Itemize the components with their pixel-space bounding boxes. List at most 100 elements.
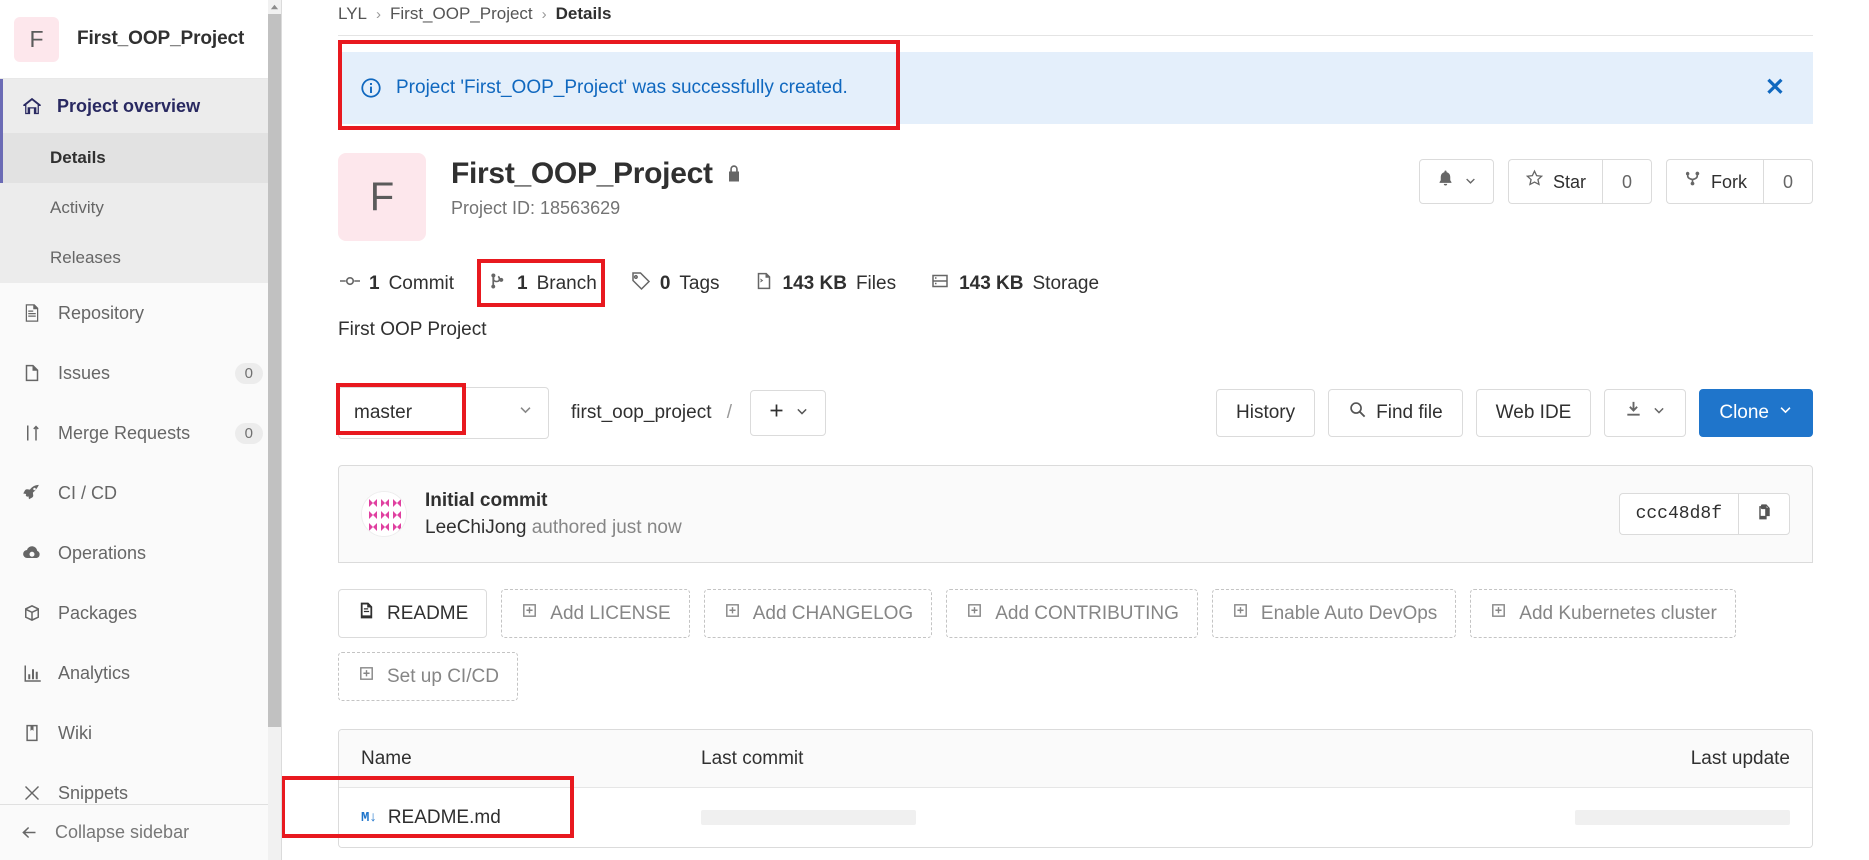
sidebar-item-label: Packages <box>58 602 138 623</box>
sidebar-item-badge: 0 <box>234 362 263 384</box>
add-kubernetes-cluster-button[interactable]: Add Kubernetes cluster <box>1470 589 1736 638</box>
project-stats: 1 Commit 1 Branch 0 Tags 143 KB Files 14… <box>338 259 1813 307</box>
star-button[interactable]: Star <box>1507 159 1602 205</box>
sidebar-item-wiki[interactable]: Wiki <box>0 703 281 763</box>
sidebar-item-project-overview[interactable]: Project overview <box>0 79 281 133</box>
alert-message: Project 'First_OOP_Project' was successf… <box>396 77 848 98</box>
commit-author[interactable]: LeeChiJong <box>425 517 526 538</box>
sidebar-item-badge: 0 <box>234 422 263 444</box>
copy-sha-button[interactable] <box>1738 493 1790 535</box>
clone-button[interactable]: Clone <box>1699 389 1813 437</box>
breadcrumb-separator-icon: › <box>376 6 381 23</box>
commit-icon <box>340 271 360 297</box>
file-last-update-cell <box>1540 810 1790 825</box>
sidebar-item-details[interactable]: Details <box>0 133 281 183</box>
chevron-down-icon <box>518 402 533 424</box>
chevron-down-icon <box>1464 170 1477 194</box>
sidebar-scrollbar[interactable] <box>268 0 281 860</box>
download-icon <box>1624 400 1643 427</box>
stat-label: Files <box>855 273 897 294</box>
commit-sha[interactable]: ccc48d8f <box>1618 493 1738 535</box>
fork-button-group: Fork 0 <box>1666 159 1813 205</box>
sidebar-project-header[interactable]: F First_OOP_Project <box>0 0 281 79</box>
sidebar-item-releases[interactable]: Releases <box>0 233 281 283</box>
breadcrumb-separator-icon: › <box>541 6 547 23</box>
repo-path: first_oop_project / <box>571 402 732 424</box>
add-to-repo-button[interactable] <box>750 390 827 436</box>
fork-icon <box>1683 169 1702 194</box>
web-ide-button[interactable]: Web IDE <box>1475 389 1592 437</box>
readme-button[interactable]: README <box>338 589 488 638</box>
plus-box-icon <box>520 601 539 626</box>
sidebar-item-merge-requests[interactable]: Merge Requests 0 <box>0 403 281 463</box>
history-button[interactable]: History <box>1216 389 1316 437</box>
sidebar-project-name: First_OOP_Project <box>77 28 245 49</box>
fork-button[interactable]: Fork <box>1666 159 1763 205</box>
plus-box-icon <box>1231 601 1250 626</box>
commit-sha-group: ccc48d8f <box>1618 493 1790 535</box>
file-table-header: Name Last commit Last update <box>339 730 1812 788</box>
branch-selector[interactable]: master <box>338 387 549 439</box>
lock-icon <box>724 164 744 184</box>
commit-time: authored just now <box>531 516 682 538</box>
breadcrumb-project[interactable]: First_OOP_Project <box>390 5 533 22</box>
add-contributing-button[interactable]: Add CONTRIBUTING <box>946 589 1198 638</box>
star-icon <box>1525 169 1544 194</box>
sidebar-item-ci-cd[interactable]: CI / CD <box>0 463 281 523</box>
sidebar-item-operations[interactable]: Operations <box>0 523 281 583</box>
file-last-commit-cell <box>701 810 1540 825</box>
stat-branches[interactable]: 1 Branch <box>486 267 599 301</box>
chevron-down-icon <box>795 402 809 425</box>
stat-value: 1 <box>517 273 528 294</box>
alert-close-button[interactable]: ✕ <box>1759 76 1791 100</box>
package-icon <box>21 602 43 624</box>
storage-icon <box>930 271 950 297</box>
quick-action-label: Add CONTRIBUTING <box>995 602 1179 624</box>
project-description: First OOP Project <box>338 319 487 340</box>
plus-icon <box>768 402 785 425</box>
sidebar-item-issues[interactable]: Issues 0 <box>0 343 281 403</box>
download-dropdown-button[interactable] <box>1604 389 1687 437</box>
add-changelog-button[interactable]: Add CHANGELOG <box>703 589 933 638</box>
repository-icon <box>21 302 43 324</box>
sidebar-item-repository[interactable]: Repository <box>0 283 281 343</box>
stat-label: Branch <box>536 273 597 294</box>
repo-path-name[interactable]: first_oop_project <box>571 402 711 423</box>
sidebar-collapse-button[interactable]: Collapse sidebar <box>0 804 281 860</box>
file-name-cell[interactable]: M↓ README.md <box>361 807 701 829</box>
loading-placeholder <box>1575 810 1790 825</box>
stat-commits[interactable]: 1 Commit <box>338 267 456 301</box>
file-name: README.md <box>387 806 501 828</box>
sidebar-item-analytics[interactable]: Analytics <box>0 643 281 703</box>
sidebar-item-activity[interactable]: Activity <box>0 183 281 233</box>
sidebar-item-label: Repository <box>58 302 145 323</box>
commit-title[interactable]: Initial commit <box>425 490 1619 512</box>
star-count: 0 <box>1602 159 1652 205</box>
enable-auto-devops-button[interactable]: Enable Auto DevOps <box>1211 589 1457 638</box>
column-header-last-commit: Last commit <box>701 747 804 769</box>
last-commit-box: Initial commit LeeChiJong authored just … <box>338 465 1813 563</box>
markdown-icon: M↓ <box>361 809 377 826</box>
breadcrumb-current: Details <box>555 4 612 23</box>
table-row[interactable]: M↓ README.md <box>339 788 1812 847</box>
sidebar-subitem-label: Releases <box>50 248 121 267</box>
path-separator: / <box>726 402 733 423</box>
project-id: Project ID: 18563629 <box>451 198 621 218</box>
scroll-up-arrow-icon[interactable] <box>268 0 281 14</box>
stat-files[interactable]: 143 KB Files <box>752 267 899 301</box>
set-up-ci-cd-button[interactable]: Set up CI/CD <box>338 652 518 701</box>
stat-value: 143 KB <box>959 273 1024 294</box>
stat-tags[interactable]: 0 Tags <box>629 267 722 301</box>
quick-action-label: README <box>387 602 469 624</box>
scrollbar-thumb[interactable] <box>268 14 281 727</box>
sidebar-item-packages[interactable]: Packages <box>0 583 281 643</box>
find-file-button[interactable]: Find file <box>1328 389 1463 437</box>
notification-dropdown-button[interactable] <box>1418 159 1494 205</box>
sidebar-item-label: Merge Requests <box>58 422 191 443</box>
commit-meta: LeeChiJong authored just now <box>425 517 1619 539</box>
stat-storage[interactable]: 143 KB Storage <box>928 267 1101 301</box>
breadcrumb-group[interactable]: LYL <box>338 5 367 22</box>
issues-icon <box>21 362 43 384</box>
loading-placeholder <box>701 810 916 825</box>
add-license-button[interactable]: Add LICENSE <box>501 589 690 638</box>
